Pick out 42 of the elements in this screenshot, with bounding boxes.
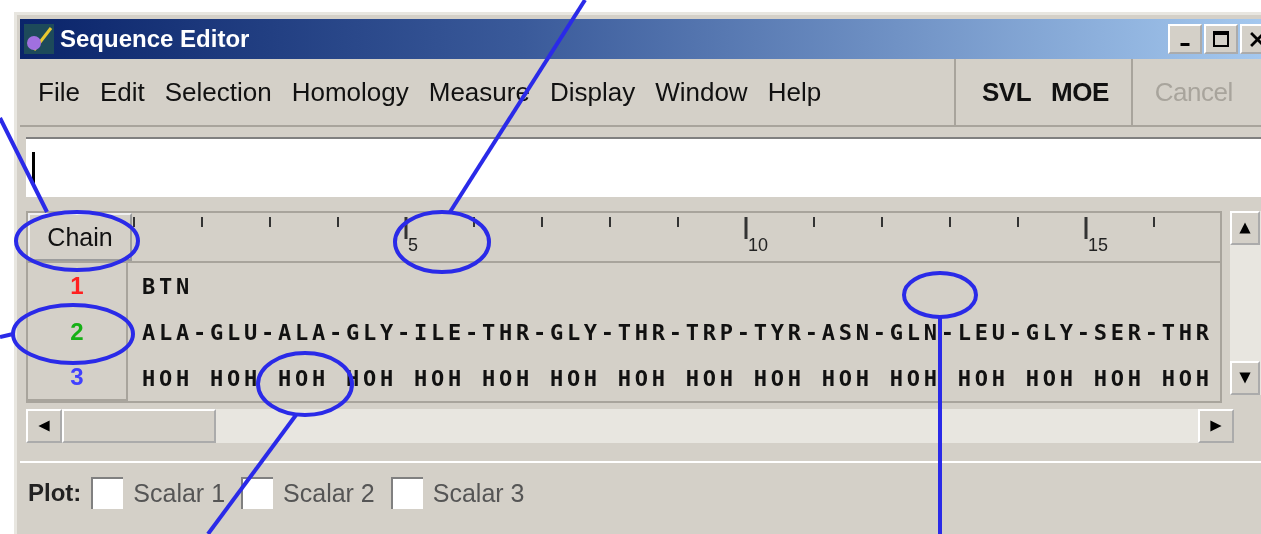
checkbox-label[interactable]: Scalar 1 bbox=[133, 478, 226, 508]
menu-item[interactable]: Edit bbox=[89, 76, 155, 108]
menu-item[interactable]: Homology bbox=[281, 76, 419, 108]
checkbox[interactable] bbox=[241, 477, 274, 509]
down-arrow-icon bbox=[1238, 371, 1252, 385]
checkbox[interactable] bbox=[91, 477, 124, 509]
ruler-label: 15 bbox=[1088, 235, 1109, 256]
menu-item[interactable]: Window bbox=[645, 76, 758, 108]
window-title: Sequence Editor bbox=[60, 25, 250, 53]
ruler-label: 5 bbox=[408, 235, 418, 256]
maximize-icon bbox=[1213, 31, 1229, 47]
scroll-right-button[interactable] bbox=[1198, 409, 1234, 443]
ruler-label: 10 bbox=[748, 235, 769, 256]
scroll-up-button[interactable] bbox=[1230, 211, 1260, 245]
app-icon bbox=[24, 24, 54, 54]
left-arrow-icon bbox=[37, 419, 51, 433]
vertical-scrollbar[interactable] bbox=[1230, 211, 1261, 395]
checkbox[interactable] bbox=[390, 477, 423, 509]
menu-item[interactable]: File bbox=[28, 76, 90, 108]
toolbar-button[interactable]: MOE bbox=[1041, 76, 1119, 108]
scroll-thumb[interactable] bbox=[62, 409, 216, 443]
right-arrow-icon bbox=[1209, 419, 1223, 433]
minimize-icon bbox=[1180, 42, 1190, 46]
minimize-button[interactable] bbox=[1168, 24, 1202, 54]
close-icon bbox=[1249, 31, 1261, 47]
checkbox-label[interactable]: Scalar 2 bbox=[283, 478, 375, 508]
scroll-left-button[interactable] bbox=[26, 409, 62, 443]
checkbox-label[interactable]: Scalar 3 bbox=[432, 478, 525, 508]
command-field[interactable] bbox=[26, 137, 1261, 197]
scroll-down-button[interactable] bbox=[1230, 361, 1260, 395]
chain-header-button[interactable]: Chain bbox=[28, 213, 132, 261]
menu-item[interactable]: Selection bbox=[154, 76, 282, 108]
up-arrow-icon bbox=[1238, 221, 1252, 235]
horizontal-scrollbar[interactable] bbox=[26, 409, 1234, 443]
plot-label: Plot: bbox=[28, 479, 82, 507]
menu-item[interactable]: Help bbox=[757, 76, 832, 108]
maximize-button[interactable] bbox=[1204, 24, 1238, 54]
sequence-text: BTN bbox=[141, 273, 193, 299]
toolbar-button[interactable]: SVL bbox=[972, 76, 1042, 108]
leader-line bbox=[0, 332, 14, 339]
chain-number[interactable]: 3 bbox=[28, 355, 128, 401]
menu-item[interactable]: Display bbox=[539, 76, 646, 108]
